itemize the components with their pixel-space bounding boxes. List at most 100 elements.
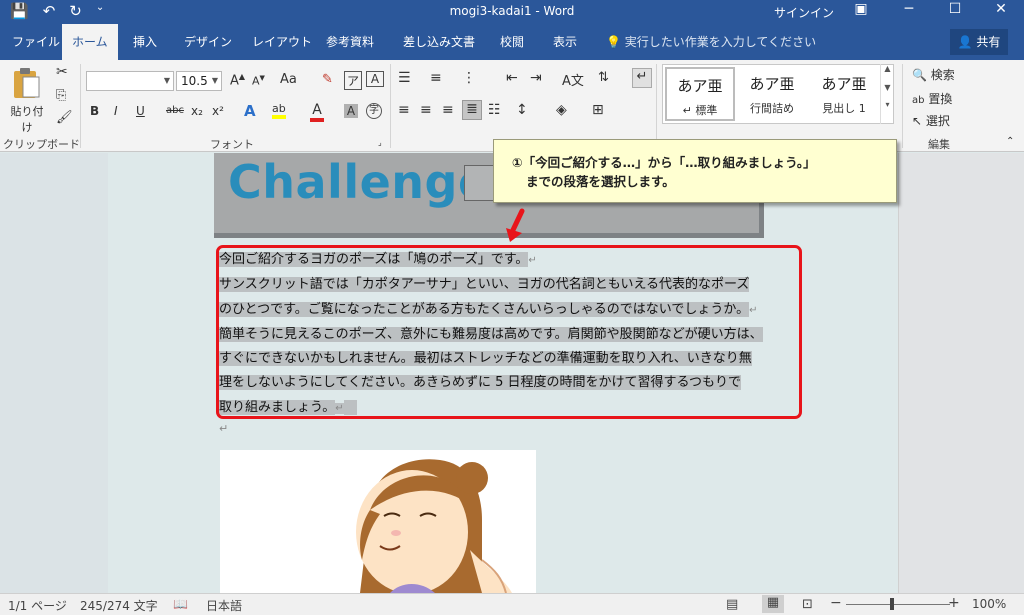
undo-icon[interactable]: ↶: [43, 2, 56, 20]
print-layout-icon[interactable]: ▦: [762, 595, 784, 613]
font-dialog-launcher-icon[interactable]: ⌟: [378, 138, 382, 147]
read-mode-icon[interactable]: ▤: [726, 597, 738, 612]
group-divider: [80, 64, 81, 148]
tell-me-box[interactable]: 💡 実行したい作業を入力してください: [606, 24, 816, 60]
distributed-icon[interactable]: ☷: [488, 102, 501, 118]
change-case-button[interactable]: Aa: [280, 72, 297, 87]
borders-icon[interactable]: ⊞: [592, 102, 604, 118]
web-layout-icon[interactable]: ⊡: [802, 597, 813, 612]
search-icon: 🔍: [912, 68, 927, 82]
line-spacing-icon[interactable]: ↕: [516, 102, 528, 118]
clear-format-icon[interactable]: ✎: [322, 72, 333, 87]
tab-design[interactable]: デザイン: [174, 24, 242, 60]
asian-layout-icon[interactable]: A文: [562, 70, 584, 89]
cut-icon[interactable]: ✂: [56, 64, 68, 80]
tab-mailings[interactable]: 差し込み文書: [393, 24, 485, 60]
italic-button[interactable]: I: [114, 104, 118, 118]
redo-icon[interactable]: ↻: [69, 2, 82, 20]
tab-home[interactable]: ホーム: [62, 24, 118, 60]
ribbon-display-options-icon[interactable]: ▣: [846, 1, 876, 17]
zoom-slider-thumb[interactable]: [890, 598, 894, 610]
format-painter-icon[interactable]: 🖌: [56, 110, 73, 125]
styles-gallery: あア亜 ↵ 標準 あア亜 行間詰め あア亜 見出し 1: [662, 64, 894, 124]
share-button[interactable]: 👤 共有: [950, 29, 1008, 55]
tab-references[interactable]: 参考資料: [316, 24, 384, 60]
yoga-woman-picture[interactable]: [220, 450, 536, 593]
clipboard-icon: [14, 68, 40, 98]
grow-font-button[interactable]: A▲: [230, 72, 245, 88]
font-color-button[interactable]: A: [310, 102, 324, 122]
zoom-in-button[interactable]: +: [948, 595, 960, 611]
instruction-callout: ①「今回ご紹介する…」から「…取り組みましょう。」 までの段落を選択します。: [493, 139, 897, 203]
chevron-down-icon: ▼: [211, 76, 218, 85]
select-button[interactable]: ↖ 選択: [912, 112, 950, 129]
justify-icon[interactable]: ≣: [462, 100, 482, 120]
styles-scroll[interactable]: ▲ ▼ ▾: [880, 64, 894, 124]
char-border-icon[interactable]: A: [366, 71, 384, 87]
proofing-icon[interactable]: 📖: [173, 597, 188, 611]
close-button[interactable]: ✕: [986, 1, 1016, 17]
bold-button[interactable]: B: [90, 104, 99, 118]
tab-file[interactable]: ファイル: [2, 24, 70, 60]
tab-review[interactable]: 校閲: [490, 24, 534, 60]
shrink-font-button[interactable]: A▼: [252, 74, 265, 88]
align-left-icon[interactable]: ≡: [398, 102, 410, 118]
word-count[interactable]: 245/274 文字: [80, 597, 158, 614]
style-normal[interactable]: あア亜 ↵ 標準: [665, 67, 735, 121]
strikethrough-button[interactable]: abc: [166, 105, 184, 116]
person-icon: 👤: [957, 35, 973, 49]
copy-icon[interactable]: ⎘: [56, 88, 66, 103]
sign-in-link[interactable]: サインイン: [774, 4, 834, 21]
tab-view[interactable]: 表示: [543, 24, 587, 60]
zoom-slider[interactable]: [846, 604, 950, 605]
maximize-button[interactable]: ☐: [940, 1, 970, 17]
chevron-up-icon[interactable]: ▲: [881, 64, 894, 73]
replace-button[interactable]: ab 置換: [912, 90, 952, 107]
highlight-button[interactable]: ab: [272, 102, 286, 119]
font-size-combo[interactable]: 10.5 ▼: [176, 71, 222, 91]
decrease-indent-icon[interactable]: ⇤: [506, 70, 518, 86]
group-divider: [902, 64, 903, 148]
group-divider: [390, 64, 391, 148]
collapse-ribbon-icon[interactable]: ⌃: [1006, 136, 1014, 147]
align-right-icon[interactable]: ≡: [442, 102, 454, 118]
chevron-down-icon[interactable]: ▼: [881, 83, 894, 92]
bullets-icon[interactable]: ☰: [398, 70, 411, 86]
font-name-combo[interactable]: ▼: [86, 71, 174, 91]
enclose-char-button[interactable]: 字: [366, 103, 382, 119]
shading-icon[interactable]: ◈: [556, 102, 567, 118]
underline-button[interactable]: U: [136, 104, 145, 118]
superscript-button[interactable]: x²: [212, 104, 224, 118]
char-shading-button[interactable]: A: [344, 104, 358, 118]
zoom-level[interactable]: 100%: [972, 597, 1006, 611]
increase-indent-icon[interactable]: ⇥: [530, 70, 542, 86]
text-effects-icon[interactable]: A: [244, 102, 256, 120]
canvas-margin-left: [0, 153, 108, 593]
style-sample: あア亜: [749, 75, 795, 93]
phonetic-guide-icon[interactable]: ア: [344, 71, 362, 90]
save-icon[interactable]: 💾: [10, 2, 29, 20]
page-count[interactable]: 1/1 ページ: [8, 597, 67, 614]
numbering-icon[interactable]: ≡: [430, 70, 442, 86]
show-marks-icon[interactable]: ↵: [632, 68, 652, 88]
tab-layout[interactable]: レイアウト: [242, 24, 322, 60]
style-heading-1[interactable]: あア亜 見出し 1: [809, 67, 879, 121]
minimize-button[interactable]: ─: [894, 1, 924, 17]
tab-insert[interactable]: 挿入: [123, 24, 167, 60]
style-name: 行間詰め: [750, 102, 794, 115]
paste-button[interactable]: 貼り付け: [6, 66, 48, 135]
banner-title: Challenge: [228, 155, 490, 209]
customize-qat-icon[interactable]: ⌄: [96, 2, 104, 20]
zoom-out-button[interactable]: −: [830, 595, 842, 611]
find-label: 検索: [930, 68, 955, 82]
find-button[interactable]: 🔍 検索: [912, 66, 955, 83]
language-indicator[interactable]: 日本語: [206, 597, 242, 614]
style-no-spacing[interactable]: あア亜 行間詰め: [737, 67, 807, 121]
style-name: ↵ 標準: [682, 104, 718, 117]
more-styles-icon[interactable]: ▾: [881, 100, 894, 109]
subscript-button[interactable]: x₂: [191, 104, 203, 118]
sort-icon[interactable]: ⇅: [598, 70, 609, 85]
ribbon-tabs: ファイル ホーム 挿入 デザイン レイアウト 参考資料 差し込み文書 校閲 表示…: [0, 24, 1024, 60]
multilevel-list-icon[interactable]: ⋮: [462, 70, 476, 86]
align-center-icon[interactable]: ≡: [420, 102, 432, 118]
